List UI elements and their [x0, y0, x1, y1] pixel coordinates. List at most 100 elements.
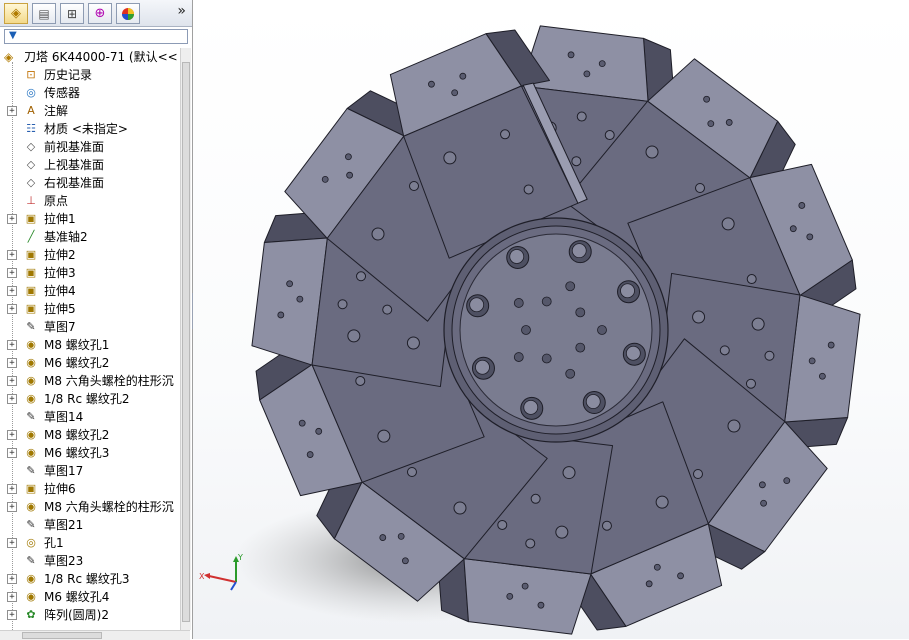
- tree-item-label: M8 六角头螺栓的柱形沉: [44, 374, 174, 388]
- tree-item[interactable]: + ◉ M6 螺纹孔2: [0, 354, 180, 372]
- graphics-viewport[interactable]: Y X: [193, 0, 909, 639]
- expand-toggle[interactable]: +: [7, 574, 17, 584]
- expand-toggle[interactable]: +: [7, 538, 17, 548]
- tree-item[interactable]: ◎ 传感器: [0, 84, 180, 102]
- filter-icon: ▼: [9, 30, 17, 41]
- tree-item[interactable]: ☷ 材质 <未指定>: [0, 120, 180, 138]
- expand-toggle[interactable]: +: [7, 610, 17, 620]
- tree-item-label: 草图21: [44, 518, 84, 532]
- expand-toggle[interactable]: +: [7, 286, 17, 296]
- expand-toggle[interactable]: +: [7, 268, 17, 278]
- tree-item[interactable]: ◇ 前视基准面: [0, 138, 180, 156]
- expand-toggle[interactable]: +: [7, 340, 17, 350]
- tree-item-label: 传感器: [44, 86, 81, 100]
- feature-manager-icon: ◈: [11, 6, 21, 21]
- tree-item[interactable]: + ▣ 拉伸6: [0, 480, 180, 498]
- tree-item[interactable]: + ▣ 拉伸1: [0, 210, 180, 228]
- sketch-icon: ✎: [26, 410, 36, 423]
- sketch-icon: ✎: [26, 320, 36, 333]
- sketch-icon: ✎: [26, 554, 36, 567]
- hole-wizard-icon: ◉: [26, 500, 36, 513]
- display-manager-tab[interactable]: [116, 3, 140, 24]
- tree-item[interactable]: ✎ 草图14: [0, 408, 180, 426]
- extrude-icon: ▣: [25, 266, 37, 279]
- tree-item-label: 原点: [44, 194, 69, 208]
- tree-filter-field[interactable]: ▼: [4, 29, 188, 44]
- tree-item-label: 拉伸6: [44, 482, 76, 496]
- sketch-icon: ✎: [26, 464, 36, 477]
- expand-toggle[interactable]: +: [7, 376, 17, 386]
- tree-item-label: 草图14: [44, 410, 84, 424]
- plane-icon: ◇: [26, 176, 36, 189]
- tree-item[interactable]: + ▣ 拉伸4: [0, 282, 180, 300]
- tree-item-label: 1/8 Rc 螺纹孔2: [44, 392, 130, 406]
- expand-toggle[interactable]: +: [7, 592, 17, 602]
- tree-item[interactable]: + ◉ M8 六角头螺栓的柱形沉: [0, 372, 180, 390]
- tree-item-label: 拉伸5: [44, 302, 76, 316]
- tree-item[interactable]: + ◉ M6 螺纹孔4: [0, 588, 180, 606]
- tree-item-label: 拉伸3: [44, 266, 76, 280]
- tree-item[interactable]: ◇ 上视基准面: [0, 156, 180, 174]
- material-icon: ☷: [26, 122, 36, 135]
- tree-item[interactable]: ✎ 草图21: [0, 516, 180, 534]
- tree-item[interactable]: + ▣ 拉伸5: [0, 300, 180, 318]
- property-manager-tab[interactable]: ▤: [32, 3, 56, 24]
- tree-item[interactable]: + ▣ 拉伸2: [0, 246, 180, 264]
- scrollbar-thumb[interactable]: [182, 62, 190, 622]
- hole-wizard-icon: ◉: [26, 572, 36, 585]
- tree-item[interactable]: ⊡ 历史记录: [0, 66, 180, 84]
- tree-vertical-scrollbar[interactable]: [180, 48, 191, 630]
- dimxpert-icon: ⊕: [94, 6, 106, 21]
- tree-item[interactable]: ⊥ 原点: [0, 192, 180, 210]
- tree-item[interactable]: ◇ 右视基准面: [0, 174, 180, 192]
- feature-manager-tab[interactable]: ◈: [4, 3, 28, 24]
- tree-item-label: 基准轴2: [44, 230, 88, 244]
- tree-item[interactable]: + ◉ M8 螺纹孔2: [0, 426, 180, 444]
- expand-toggle[interactable]: +: [7, 106, 17, 116]
- turret-body: [251, 25, 861, 635]
- hole-icon: ◎: [26, 536, 36, 549]
- history-icon: ⊡: [26, 68, 36, 81]
- tree-item[interactable]: + ▣ 拉伸3: [0, 264, 180, 282]
- plane-icon: ◇: [26, 140, 36, 153]
- tree-item[interactable]: + ◉ M8 螺纹孔1: [0, 336, 180, 354]
- tree-item[interactable]: + ◎ 孔1: [0, 534, 180, 552]
- expand-toggle[interactable]: +: [7, 430, 17, 440]
- tree-item[interactable]: + ◉ 1/8 Rc 螺纹孔3: [0, 570, 180, 588]
- tree-item[interactable]: + A 注解: [0, 102, 180, 120]
- expand-toggle[interactable]: +: [7, 214, 17, 224]
- tree-item[interactable]: ╱ 基准轴2: [0, 228, 180, 246]
- hole-wizard-icon: ◉: [26, 356, 36, 369]
- tree-item[interactable]: ✎ 草图23: [0, 552, 180, 570]
- extrude-icon: ▣: [25, 284, 37, 297]
- hole-wizard-icon: ◉: [26, 392, 36, 405]
- tree-item[interactable]: + ◉ M6 螺纹孔3: [0, 444, 180, 462]
- configuration-manager-tab[interactable]: ⊞: [60, 3, 84, 24]
- tree-item-label: 1/8 Rc 螺纹孔3: [44, 572, 130, 586]
- expand-toggle[interactable]: +: [7, 358, 17, 368]
- expand-toggle[interactable]: +: [7, 394, 17, 404]
- tree-item-label: 拉伸2: [44, 248, 76, 262]
- tree-item[interactable]: + ◉ 1/8 Rc 螺纹孔2: [0, 390, 180, 408]
- tree-item-label: 阵列(圆周)2: [44, 608, 109, 622]
- tree-item[interactable]: + ✿ 阵列(圆周)2: [0, 606, 180, 624]
- tree-item[interactable]: + ◉ M8 六角头螺栓的柱形沉: [0, 498, 180, 516]
- expand-toggle[interactable]: +: [7, 502, 17, 512]
- tree-item-label: M6 螺纹孔4: [44, 590, 110, 604]
- extrude-icon: ▣: [25, 482, 37, 495]
- tree-item[interactable]: ✎ 草图17: [0, 462, 180, 480]
- tree-item-label: 历史记录: [44, 68, 93, 82]
- expand-toggle[interactable]: +: [7, 448, 17, 458]
- dimxpert-tab[interactable]: ⊕: [88, 3, 112, 24]
- coordinate-triad: Y X: [193, 548, 253, 596]
- extrude-icon: ▣: [25, 302, 37, 315]
- triad-x-label: X: [199, 572, 205, 581]
- tree-item[interactable]: ✎ 草图7: [0, 318, 180, 336]
- turret-model: [235, 25, 861, 635]
- display-manager-icon: [122, 7, 134, 20]
- panel-expand-button[interactable]: »: [177, 3, 186, 19]
- scrollbar-thumb[interactable]: [22, 632, 102, 639]
- expand-toggle[interactable]: +: [7, 304, 17, 314]
- expand-toggle[interactable]: +: [7, 484, 17, 494]
- expand-toggle[interactable]: +: [7, 250, 17, 260]
